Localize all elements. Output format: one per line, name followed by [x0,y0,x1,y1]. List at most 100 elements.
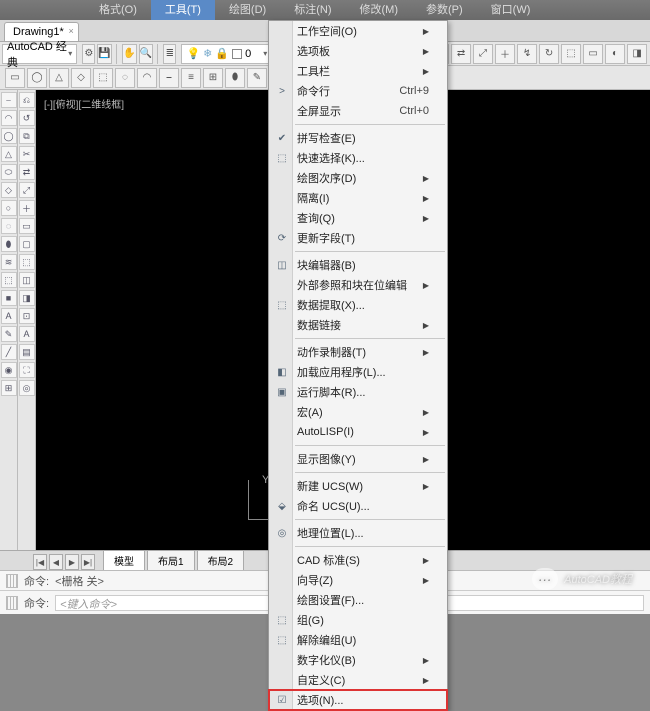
modify-tool-icon[interactable]: A [19,326,35,342]
draw-toolbar-icon[interactable]: ▭ [5,68,25,88]
menu-item[interactable]: ⬚组(G) [269,610,447,630]
pan-icon[interactable]: ✋ [122,44,136,64]
draw-tool-icon[interactable]: ✎ [1,326,17,342]
menu-item[interactable]: 绘图设置(F)... [269,590,447,610]
modify-tool-icon[interactable]: ⊡ [19,308,35,324]
draw-tool-icon[interactable]: ⬭ [1,164,17,180]
draw-tool-icon[interactable]: ◌ [1,218,17,234]
modify-tool-icon[interactable]: ◫ [19,272,35,288]
menu-item[interactable]: CAD 标准(S)▶ [269,550,447,570]
draw-tool-icon[interactable]: ⬚ [1,272,17,288]
menu-window[interactable]: 窗口(W) [477,0,545,20]
menu-item[interactable]: 显示图像(Y)▶ [269,449,447,469]
modify-tool-icon[interactable]: ⎌ [19,92,35,108]
menu-param[interactable]: 参数(P) [412,0,477,20]
menu-item[interactable]: 全屏显示Ctrl+0 [269,101,447,121]
tab-model[interactable]: 模型 [103,550,145,570]
prop-toolbar-icon[interactable]: ◨ [627,44,647,64]
close-icon[interactable]: × [68,26,73,36]
draw-tool-icon[interactable]: ○ [1,200,17,216]
menu-item[interactable]: 绘图次序(D)▶ [269,168,447,188]
prop-toolbar-icon[interactable]: ＋ [495,44,515,64]
menu-item[interactable]: 选项板▶ [269,41,447,61]
tab-nav-prev[interactable]: ◀ [49,554,63,570]
prop-toolbar-icon[interactable]: ↯ [517,44,537,64]
modify-tool-icon[interactable]: ↺ [19,110,35,126]
menu-dim[interactable]: 标注(N) [280,0,345,20]
modify-tool-icon[interactable]: ▢ [19,236,35,252]
menu-item[interactable]: 自定义(C)▶ [269,670,447,690]
grip-icon[interactable] [6,574,18,588]
draw-tool-icon[interactable]: ⊞ [1,380,17,396]
tab-nav-next[interactable]: ▶ [65,554,79,570]
modify-tool-icon[interactable]: ▭ [19,218,35,234]
draw-tool-icon[interactable]: A [1,308,17,324]
workspace-select[interactable]: AutoCAD 经典 ▾ [2,44,77,64]
menu-item[interactable]: 隔离(I)▶ [269,188,447,208]
menu-item[interactable]: ◎地理位置(L)... [269,523,447,543]
menu-modify[interactable]: 修改(M) [346,0,413,20]
draw-tool-icon[interactable]: ◉ [1,362,17,378]
draw-tool-icon[interactable]: ≋ [1,254,17,270]
menu-item[interactable]: 宏(A)▶ [269,402,447,422]
draw-toolbar-icon[interactable]: ◠ [137,68,157,88]
menu-item[interactable]: 数字化仪(B)▶ [269,650,447,670]
draw-toolbar-icon[interactable]: ◯ [27,68,47,88]
tab-nav-first[interactable]: |◀ [33,554,47,570]
menu-item[interactable]: ⬚解除编组(U) [269,630,447,650]
prop-toolbar-icon[interactable]: ⇄ [451,44,471,64]
menu-item[interactable]: 向导(Z)▶ [269,570,447,590]
modify-tool-icon[interactable]: ⤢ [19,182,35,198]
modify-tool-icon[interactable]: ⧉ [19,128,35,144]
menu-item[interactable]: AutoLISP(I)▶ [269,422,447,442]
modify-tool-icon[interactable]: ⛶ [19,362,35,378]
modify-tool-icon[interactable]: ▤ [19,344,35,360]
prop-toolbar-icon[interactable]: ▭ [583,44,603,64]
modify-tool-icon[interactable]: ⬚ [19,254,35,270]
draw-tool-icon[interactable]: △ [1,146,17,162]
menu-item[interactable]: 外部参照和块在位编辑▶ [269,275,447,295]
menu-draw[interactable]: 绘图(D) [215,0,280,20]
draw-tool-icon[interactable]: ⬮ [1,236,17,252]
menu-item[interactable]: ▣运行脚本(R)... [269,382,447,402]
draw-tool-icon[interactable]: ◇ [1,182,17,198]
prop-toolbar-icon[interactable]: ⬚ [561,44,581,64]
menu-item[interactable]: 动作录制器(T)▶ [269,342,447,362]
prop-toolbar-icon[interactable]: ◐ [605,44,625,64]
layer-props-icon[interactable]: ≣ [163,44,176,64]
modify-tool-icon[interactable]: ◨ [19,290,35,306]
menu-item[interactable]: 工具栏▶ [269,61,447,81]
menu-item[interactable]: 工作空间(O)▶ [269,21,447,41]
draw-tool-icon[interactable]: ◯ [1,128,17,144]
doc-tab-drawing1[interactable]: Drawing1* × [4,22,79,41]
draw-tool-icon[interactable]: ■ [1,290,17,306]
prop-toolbar-icon[interactable]: ⤢ [473,44,493,64]
menu-item[interactable]: ⬚数据提取(X)... [269,295,447,315]
ws-save-icon[interactable]: 💾 [97,44,111,64]
menu-item[interactable]: ⬙命名 UCS(U)... [269,496,447,516]
menu-item[interactable]: >命令行Ctrl+9 [269,81,447,101]
menu-item[interactable]: 新建 UCS(W)▶ [269,476,447,496]
modify-tool-icon[interactable]: ⇄ [19,164,35,180]
menu-tools[interactable]: 工具(T) [151,0,215,20]
draw-toolbar-icon[interactable]: △ [49,68,69,88]
modify-tool-icon[interactable]: ✂ [19,146,35,162]
menu-item[interactable]: ◧加载应用程序(L)... [269,362,447,382]
tab-layout1[interactable]: 布局1 [147,550,195,570]
menu-format[interactable]: 格式(O) [85,0,151,20]
draw-toolbar-icon[interactable]: ◌ [115,68,135,88]
draw-tool-icon[interactable]: ╱ [1,344,17,360]
draw-toolbar-icon[interactable]: ⊞ [203,68,223,88]
menu-item[interactable]: ◫块编辑器(B) [269,255,447,275]
layer-select[interactable]: 💡 ❄ 🔒 0 ▾ [181,44,272,64]
grip-icon[interactable] [6,596,18,610]
modify-tool-icon[interactable]: ＋ [19,200,35,216]
tab-nav-last[interactable]: ▶| [81,554,95,570]
draw-toolbar-icon[interactable]: ✎ [247,68,267,88]
prop-toolbar-icon[interactable]: ↻ [539,44,559,64]
tab-layout2[interactable]: 布局2 [197,550,245,570]
draw-toolbar-icon[interactable]: ⬮ [225,68,245,88]
draw-toolbar-icon[interactable]: ◇ [71,68,91,88]
menu-item[interactable]: ⟳更新字段(T) [269,228,447,248]
menu-item[interactable]: 查询(Q)▶ [269,208,447,228]
